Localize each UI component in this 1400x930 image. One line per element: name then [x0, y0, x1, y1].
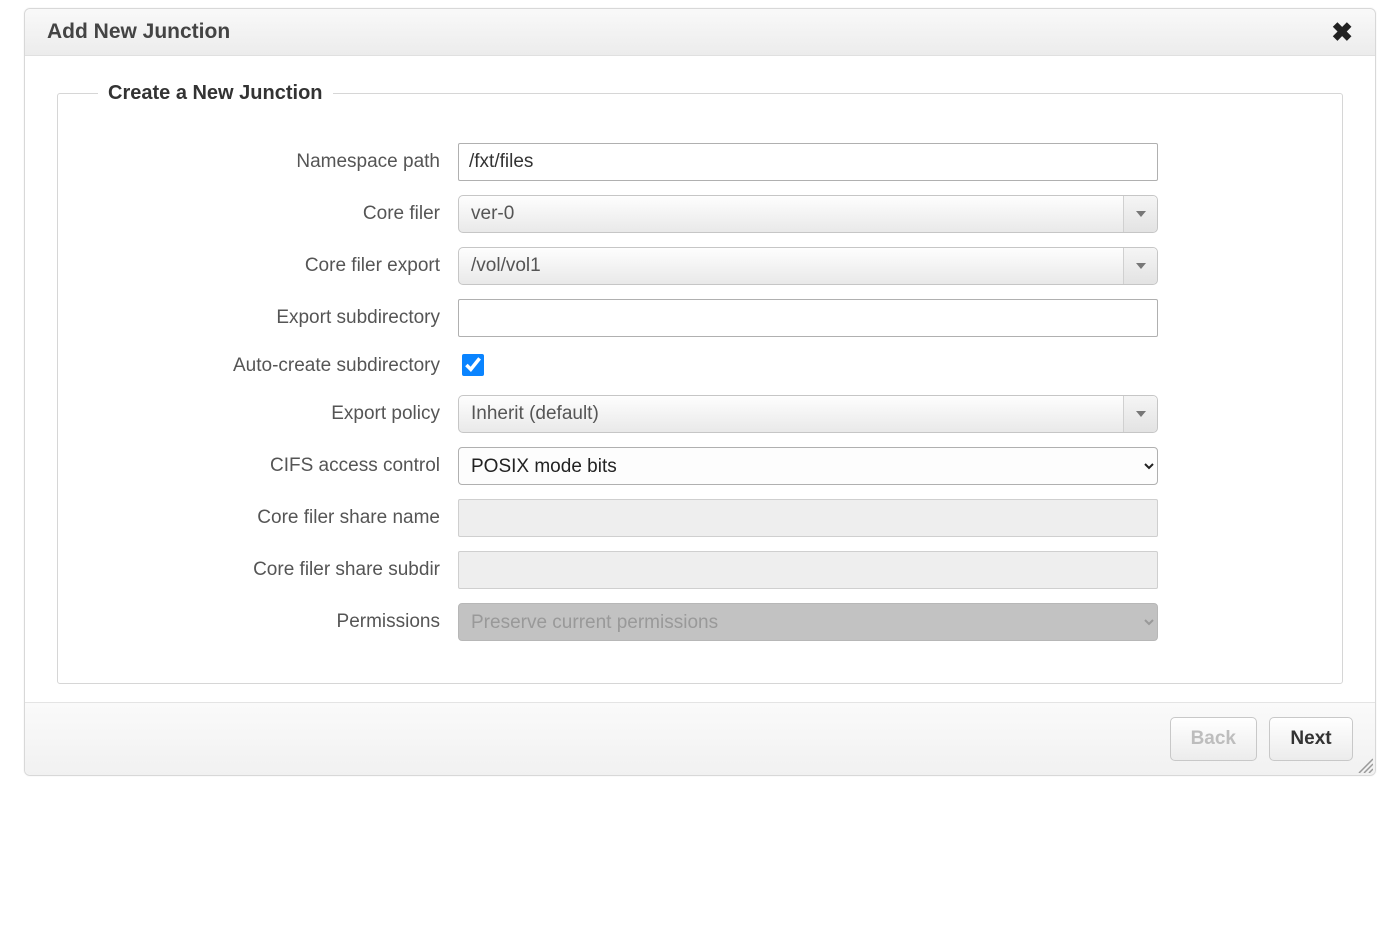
core-filer-share-name-input — [458, 499, 1158, 537]
dialog-body: Create a New Junction Namespace path Cor… — [25, 56, 1375, 702]
fieldset-legend: Create a New Junction — [98, 82, 333, 105]
auto-create-subdirectory-checkbox[interactable] — [462, 354, 484, 376]
label-export-policy: Export policy — [98, 403, 458, 425]
dialog-footer: Back Next — [25, 702, 1375, 775]
core-filer-export-value: /vol/vol1 — [471, 255, 1123, 277]
namespace-path-input[interactable] — [458, 143, 1158, 181]
close-icon[interactable]: ✖ — [1327, 19, 1357, 45]
cifs-access-control-select[interactable]: POSIX mode bits — [458, 447, 1158, 485]
permissions-select: Preserve current permissions — [458, 603, 1158, 641]
label-permissions: Permissions — [98, 611, 458, 633]
label-auto-create-subdirectory: Auto-create subdirectory — [98, 355, 458, 377]
export-policy-value: Inherit (default) — [471, 403, 1123, 425]
export-policy-select[interactable]: Inherit (default) — [458, 395, 1158, 433]
add-junction-dialog: Add New Junction ✖ Create a New Junction… — [24, 8, 1376, 776]
chevron-down-icon — [1123, 196, 1157, 232]
next-button[interactable]: Next — [1269, 717, 1353, 761]
back-button: Back — [1170, 717, 1257, 761]
core-filer-value: ver-0 — [471, 203, 1123, 225]
label-core-filer: Core filer — [98, 203, 458, 225]
chevron-down-icon — [1123, 396, 1157, 432]
label-namespace-path: Namespace path — [98, 151, 458, 173]
core-filer-share-subdir-input — [458, 551, 1158, 589]
label-core-filer-share-name: Core filer share name — [98, 507, 458, 529]
label-core-filer-share-subdir: Core filer share subdir — [98, 559, 458, 581]
label-cifs-access-control: CIFS access control — [98, 455, 458, 477]
label-export-subdirectory: Export subdirectory — [98, 307, 458, 329]
resize-grip-icon[interactable] — [1355, 755, 1373, 773]
core-filer-export-select[interactable]: /vol/vol1 — [458, 247, 1158, 285]
dialog-titlebar: Add New Junction ✖ — [25, 9, 1375, 56]
create-junction-fieldset: Create a New Junction Namespace path Cor… — [57, 82, 1343, 684]
label-core-filer-export: Core filer export — [98, 255, 458, 277]
export-subdirectory-input[interactable] — [458, 299, 1158, 337]
chevron-down-icon — [1123, 248, 1157, 284]
core-filer-select[interactable]: ver-0 — [458, 195, 1158, 233]
dialog-title: Add New Junction — [47, 20, 230, 44]
